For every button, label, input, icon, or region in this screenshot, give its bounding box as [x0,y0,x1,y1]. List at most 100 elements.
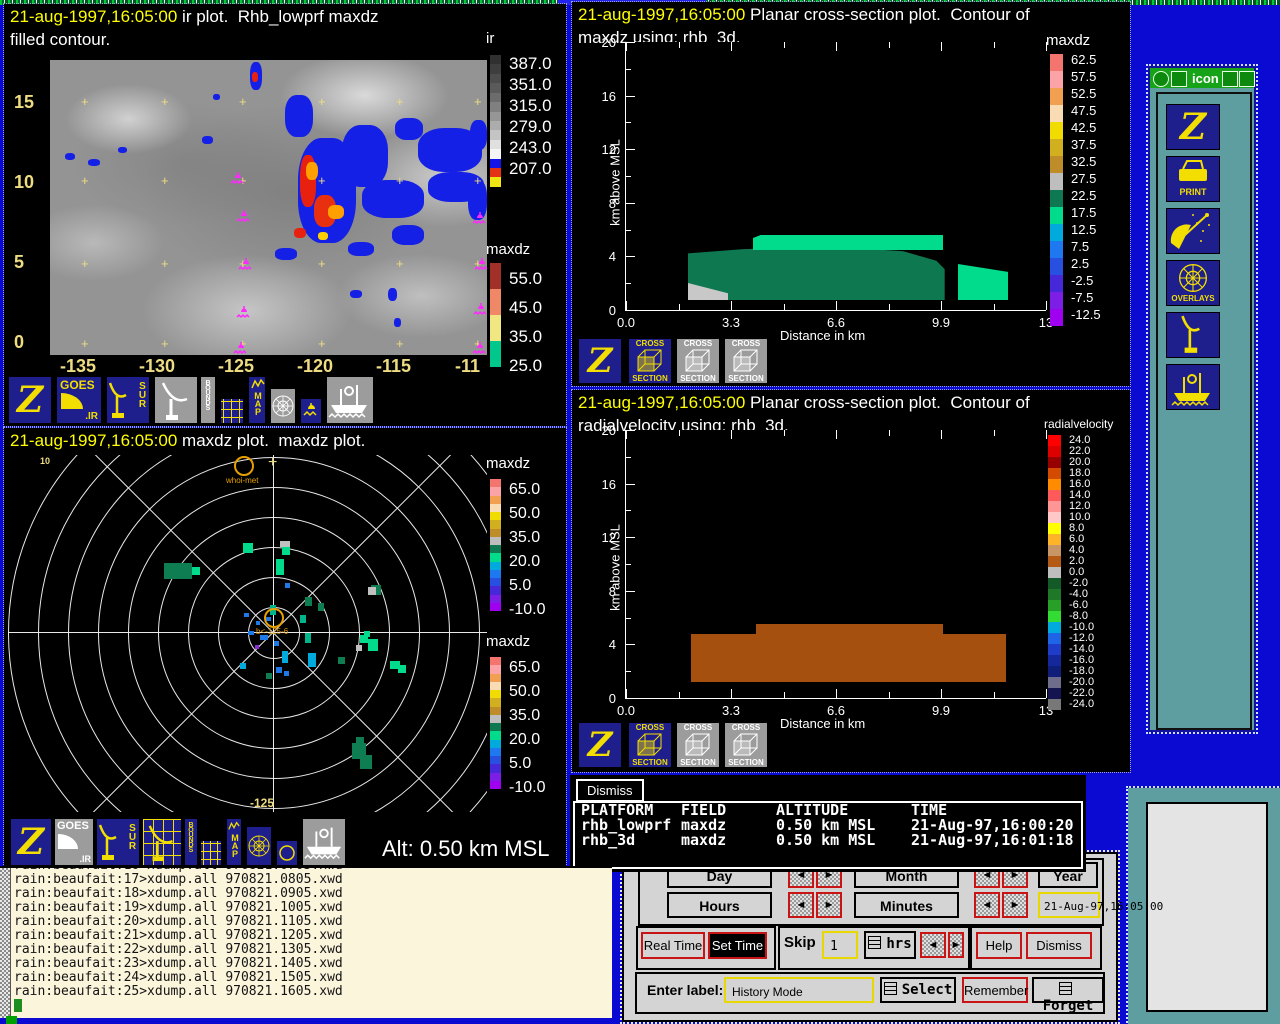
small-grid-button[interactable] [220,398,244,424]
cross-section-button-6[interactable]: CROSS SECTION [724,722,768,768]
goes-ir-button[interactable]: GOES .IR [56,376,102,424]
terminal-output: rain:beaufait:16>xdump.all 970821.0705.x… [14,866,343,999]
colorbar-segment [490,512,501,520]
skip-units-menu[interactable]: hrs [864,931,916,959]
satellite-lon-tick: -11 [455,356,480,377]
bounds-label: BOUNDS [188,822,195,852]
surveillance-button[interactable]: SUR [106,376,150,424]
colorbar-segment [490,140,501,149]
y-axis-minor-tick [626,510,631,511]
real-time-button[interactable]: Real Time [641,932,705,959]
window-restore-icon[interactable] [1171,71,1187,87]
colorbar-segment [1050,275,1063,292]
bounds-button[interactable]: BOUNDS [200,376,216,424]
ship-button-2[interactable] [302,818,346,866]
goes-ir-button-2[interactable]: GOES .IR [54,818,94,866]
forget-menu-button[interactable]: Forget [1032,977,1104,1003]
set-time-button[interactable]: Set Time [708,932,767,959]
xsec-radialvelocity-plot[interactable]: 2016128400.03.36.69.913 [625,430,1046,699]
graticule-cross: + [318,260,326,268]
graticule-cross: + [161,340,169,348]
satellite-convective-core [306,162,318,180]
x-axis-minor-tick [679,42,680,48]
buoy-button[interactable] [300,398,322,424]
zeb-main-button[interactable]: Z [1166,104,1220,150]
graticule-cross: + [161,98,169,106]
bounds-button-2[interactable]: BOUNDS [184,818,198,866]
graticule-cross: + [161,177,169,185]
buoy-marker-icon [236,208,252,226]
window-menu-icon[interactable] [1153,71,1169,87]
x-axis-tick-label: 0.0 [617,315,635,330]
zeb-logo-button-2[interactable]: Z [10,818,52,866]
window-close-icon[interactable] [1239,71,1255,87]
skip-value-field[interactable]: 1 [822,931,858,959]
ir-title-time: 21-aug-1997,16:05:00 [10,7,177,26]
zeb-logo-button[interactable]: Z [8,376,52,424]
polar-grid-icon [247,834,271,858]
cross-section-button-5[interactable]: CROSS SECTION [676,722,720,768]
sur-label: SUR [127,823,137,850]
map-button-2[interactable]: MAP [226,818,242,866]
select-menu-button[interactable]: Select [880,977,956,1003]
map-button[interactable]: MAP [248,376,266,424]
minutes-button[interactable]: Minutes [854,892,959,918]
overlay-rings-button-2[interactable] [246,826,272,866]
icon-window-title: icon [1192,71,1219,86]
terminal-line: rain:beaufait:24>xdump.all 970821.1505.x… [14,971,343,985]
hours-button[interactable]: Hours [667,892,772,918]
ship-window-button[interactable] [1166,364,1220,410]
radar-ppi-display[interactable]: whoi-met+b<-125-6 [8,455,487,812]
zeb-logo-button-3[interactable]: Z [578,338,622,384]
y-axis-tick [626,310,635,311]
platform-dismiss-button[interactable]: Dismiss [576,779,644,802]
map-squiggle-icon [228,820,240,832]
cube-icon [635,732,665,758]
surveillance-button-2[interactable]: SUR [96,818,140,866]
antenna-button[interactable] [1166,312,1220,358]
cross-section-button-3[interactable]: CROSS SECTION [724,338,768,384]
minutes-decrement-arrow[interactable]: ◄ [974,892,1000,918]
label-field[interactable]: History Mode [724,977,874,1003]
cross-section-button-2[interactable]: CROSS SECTION [676,338,720,384]
satellite-image[interactable]: ++++++++++++++++++++++++ [50,60,487,355]
x-axis-tick-label: 3.3 [722,703,740,718]
radar-echo-cell [266,673,272,679]
terminal-window[interactable]: rain:beaufait:16>xdump.all 970821.0705.x… [0,866,612,1018]
colorbar-segment [1048,501,1061,512]
colorbar-segment [1050,71,1063,88]
ship-button[interactable] [326,376,374,424]
print-button[interactable]: PRINT [1166,156,1220,202]
colorbar-tick-label: 35.0 [509,707,540,725]
hours-increment-arrow[interactable]: ► [816,892,842,918]
platform-table: PLATFORMFIELDALTITUDETIMErhb_lowprfmaxdz… [573,801,1083,869]
help-button[interactable]: Help [976,932,1022,959]
grid-antenna-button[interactable] [154,376,198,424]
overlay-rings-button[interactable] [270,388,296,424]
ppi-bottom-label: -125 [250,796,274,810]
time-dismiss-button[interactable]: Dismiss [1026,932,1092,959]
terminal-scrollbar[interactable] [0,868,11,1018]
xsec-maxdz-plot[interactable]: 2016128400.03.36.69.913 [625,42,1046,311]
minutes-increment-arrow[interactable]: ► [1002,892,1028,918]
time-control-window: Day ◄ ► Month ◄ ► Year Hours ◄ ► Minutes… [622,852,1118,1022]
circle-tool-button[interactable] [276,840,298,866]
radar-dish-button[interactable] [1166,208,1220,254]
icon-window-titlebar[interactable]: icon [1150,68,1254,88]
small-grid-button-2[interactable] [200,840,222,866]
cross-section-button-active[interactable]: CROSS SECTION [628,338,672,384]
overlays-button[interactable]: OVERLAYS [1166,260,1220,306]
background-window-panel [1146,802,1268,1012]
window-iconify-icon[interactable] [1222,71,1238,87]
cross-section-button-active-2[interactable]: CROSS SECTION [628,722,672,768]
icon-window: icon Z PRINT OVERLAYS [1148,66,1256,732]
remember-button[interactable]: Remember [962,977,1028,1003]
colorbar-tick-label: 45.0 [509,298,542,318]
zeb-logo-button-4[interactable]: Z [578,722,622,768]
colorbar-segment [490,773,501,781]
skip-back-arrow[interactable]: ◄ [920,932,946,958]
datetime-field[interactable]: 21-Aug-97,16:05:00 [1038,892,1100,918]
hours-decrement-arrow[interactable]: ◄ [788,892,814,918]
grid-antenna-button-2[interactable] [142,818,182,866]
skip-forward-arrow[interactable]: ► [948,932,964,958]
